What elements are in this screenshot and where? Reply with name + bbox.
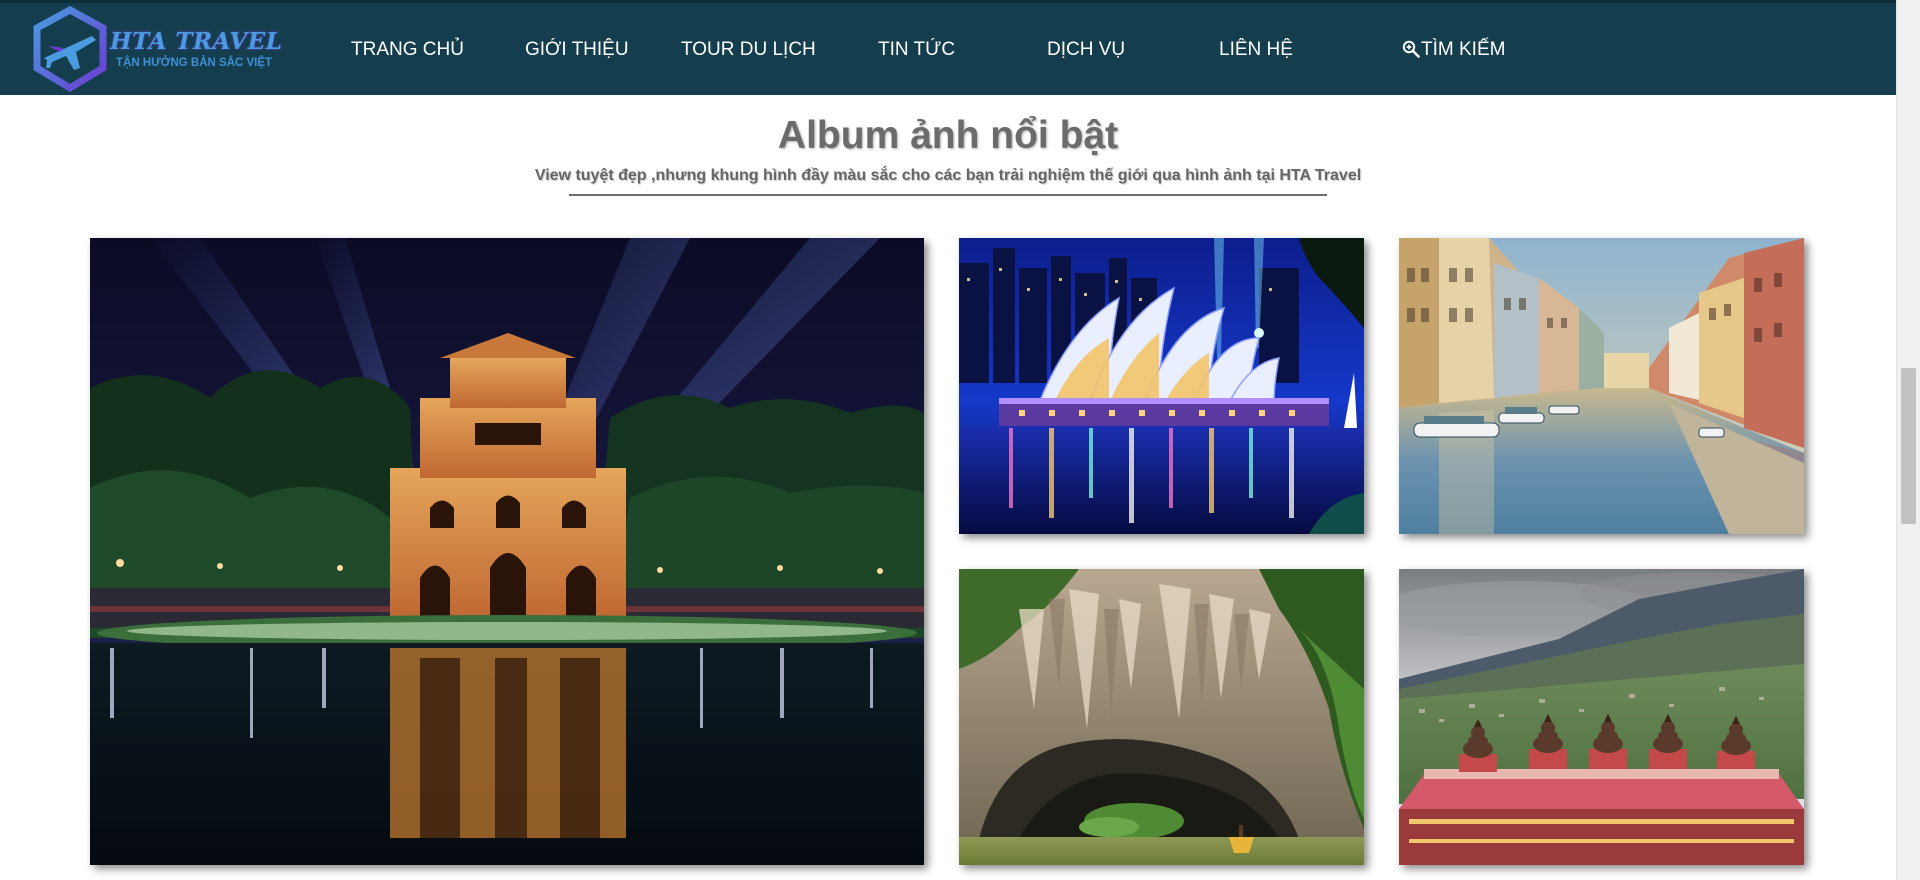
logo-tagline: TẬN HƯỞNG BẢN SẮC VIỆT [116,57,273,69]
nav-item-tin-tuc[interactable]: TIN TỨC [878,39,955,61]
nav-item-gioi-thieu[interactable]: GIỚI THIỆU [525,39,629,61]
photo-hoan-kiem-turtle-tower[interactable] [90,238,924,865]
photo-sydney-opera-house[interactable] [959,238,1364,534]
album-subtitle: View tuyệt đẹp ,nhưng khung hình đầy màu… [534,167,1362,184]
photo-mountain-temple[interactable] [1399,569,1804,865]
title-divider [569,194,1327,196]
nav-item-dich-vu[interactable]: DỊCH VỤ [1047,39,1125,61]
photo-european-canal[interactable] [1399,238,1804,534]
nav-item-tour-du-lich[interactable]: TOUR DU LỊCH [681,39,816,61]
nav-item-trang-chu[interactable]: TRANG CHỦ [351,39,464,61]
nav-item-lien-he[interactable]: LIÊN HỆ [1219,39,1293,61]
search-label: TÌM KIẾM [1421,39,1506,60]
page-scrollbar[interactable] [1896,0,1920,880]
zoom-in-icon [1402,40,1420,58]
nav-item-search[interactable]: TÌM KIẾM [1402,39,1505,61]
site-header: HTA TRAVEL TẬN HƯỞNG BẢN SẮC VIỆT TRANG … [0,0,1896,95]
photo-limestone-cave[interactable] [959,569,1364,865]
page: HTA TRAVEL TẬN HƯỞNG BẢN SẮC VIỆT TRANG … [0,0,1920,880]
album-title: Album ảnh nổi bật [777,114,1119,157]
logo-title: HTA TRAVEL [110,28,283,55]
scrollbar-thumb[interactable] [1901,368,1916,524]
site-logo[interactable]: HTA TRAVEL TẬN HƯỞNG BẢN SẮC VIỆT [30,6,283,94]
